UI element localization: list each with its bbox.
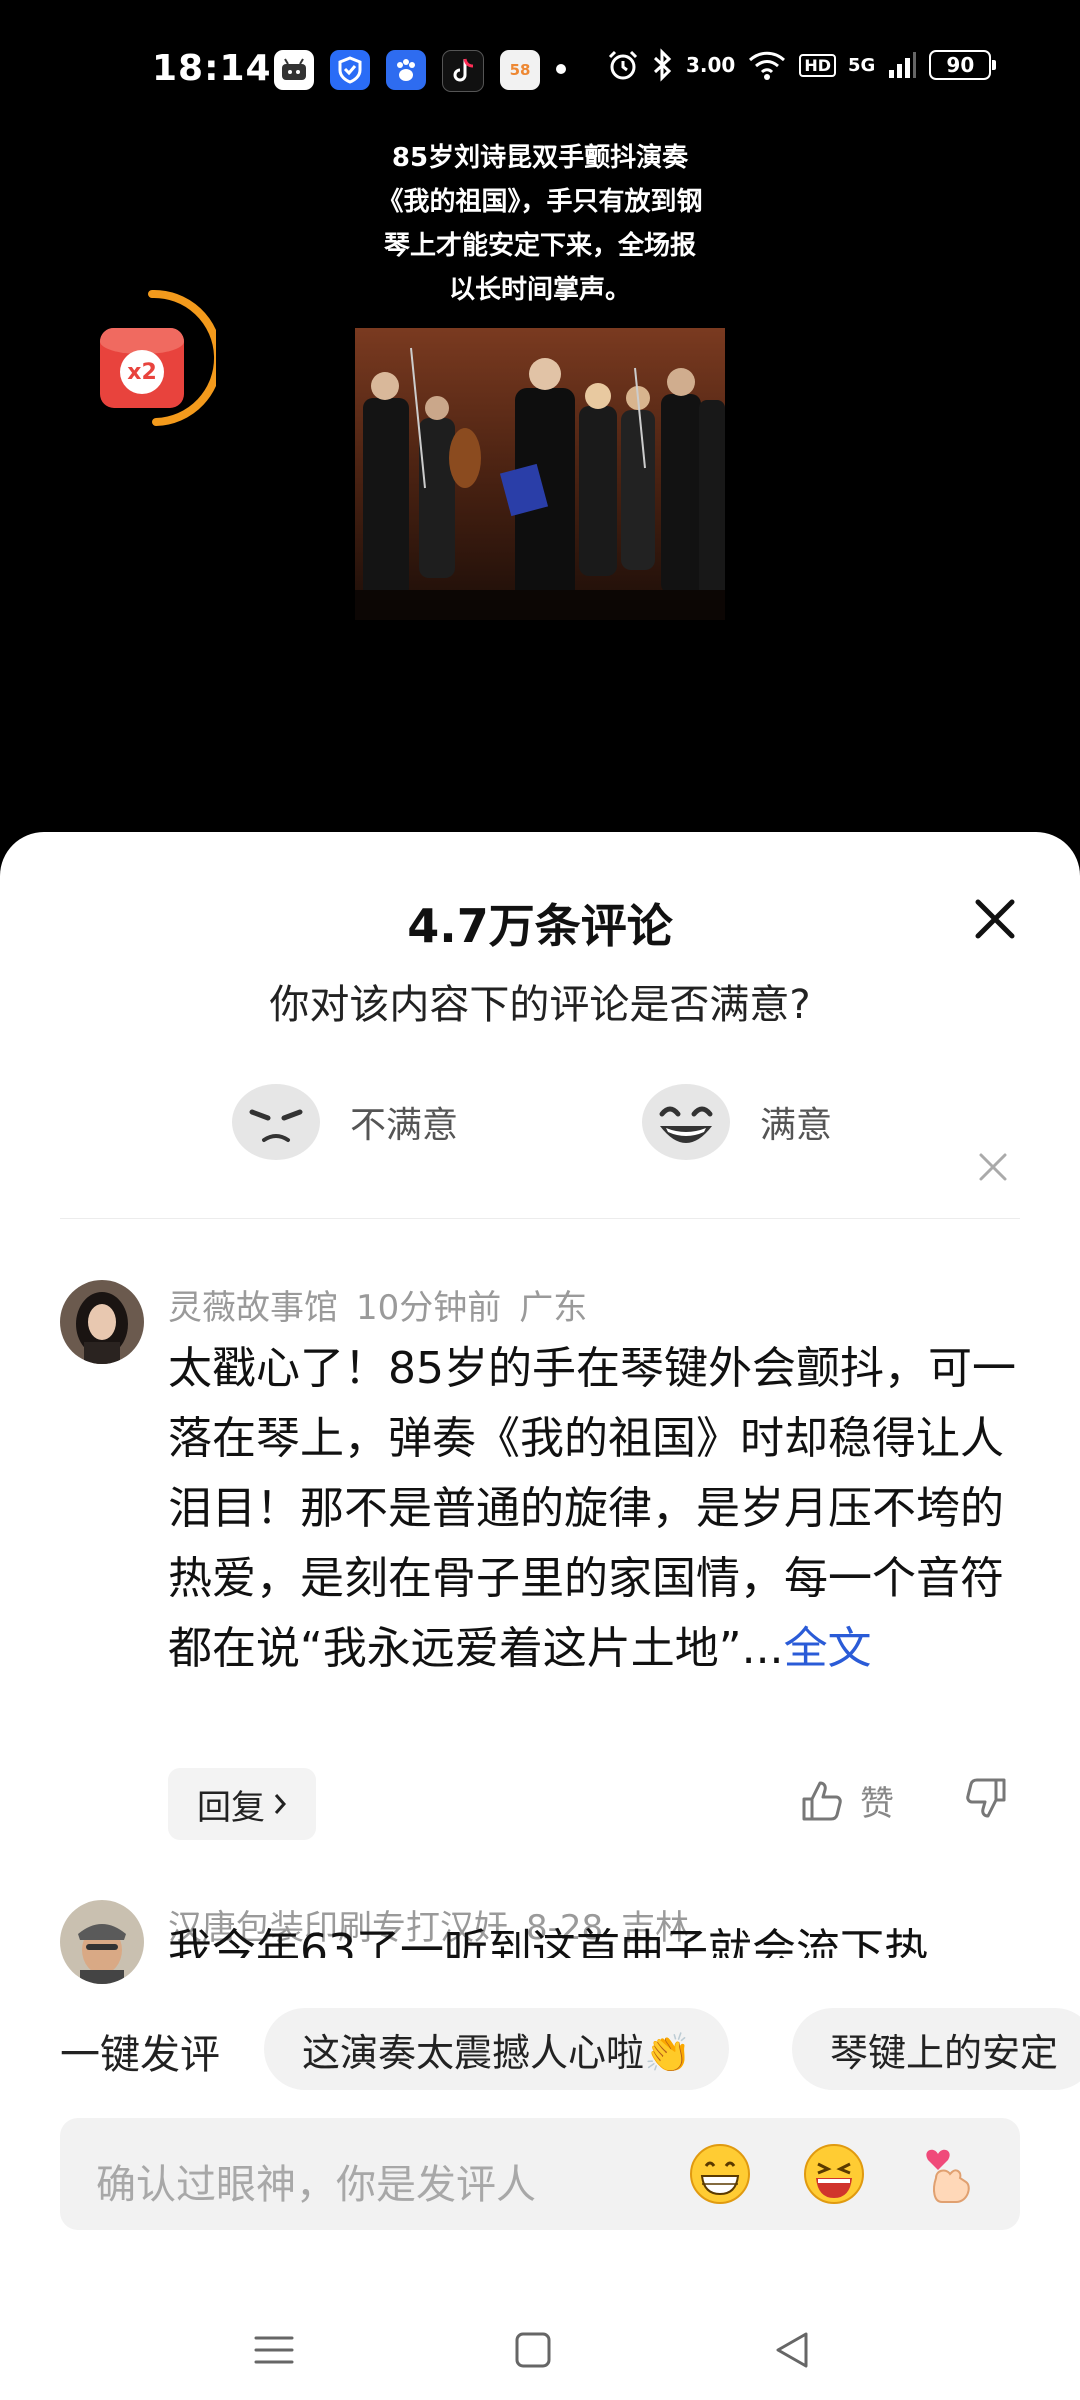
alarm-icon <box>608 50 638 80</box>
finger-heart-emoji[interactable] <box>916 2142 980 2206</box>
avatar[interactable] <box>60 1280 144 1364</box>
comment-location: 广东 <box>519 1288 588 1328</box>
wifi-icon <box>749 51 786 80</box>
quick-comment-chip[interactable]: 这演奏太震撼人心啦👏 <box>264 2008 730 2090</box>
like-label: 赞 <box>860 1784 894 1824</box>
network-type: 5G <box>848 54 876 76</box>
comments-sheet: 4.7万条评论 你对该内容下的评论是否满意? 不满意 满意 灵薇故事馆 10分钟… <box>0 832 1080 2400</box>
survey-dissatisfied-label: 不满意 <box>350 1105 459 1146</box>
survey-satisfied-button[interactable]: 满意 <box>640 1082 832 1162</box>
signal-icon <box>889 52 917 78</box>
survey-question: 你对该内容下的评论是否满意? <box>269 982 811 1028</box>
notification-icons: 58 <box>274 50 540 92</box>
shield-icon <box>330 50 370 90</box>
hd-badge: HD <box>799 53 837 77</box>
comment-text: 太戳心了！85岁的手在琴键外会颤抖，可一落在琴上，弹奏《我的祖国》时却稳得让人泪… <box>168 1343 1016 1674</box>
battery-indicator: 90 <box>929 50 997 80</box>
red-packet-reward[interactable]: x2 <box>96 288 216 428</box>
status-bar: 18:14 58 3.00 HD 5G 90 <box>0 0 1080 140</box>
survey-close-icon[interactable] <box>976 1150 1010 1184</box>
clock: 18:14 <box>152 48 272 89</box>
happy-face-icon <box>642 1084 730 1160</box>
red-envelope-icon: x2 <box>100 328 184 408</box>
comment-input-placeholder: 确认过眼神，你是发评人 <box>96 2162 536 2208</box>
comment-time: 10分钟前 <box>356 1288 502 1328</box>
thumbs-up-icon <box>802 1781 842 1820</box>
system-nav-bar <box>0 2302 1080 2400</box>
reply-button[interactable]: 回复 <box>168 1768 316 1840</box>
video-thumbnail[interactable] <box>355 328 725 620</box>
comment-text: 我今年63了一听到这首曲子就会流下热 <box>168 1925 928 1958</box>
bluetooth-icon <box>653 48 672 82</box>
chevron-right-icon <box>274 1794 287 1814</box>
bilibili-icon <box>274 50 314 90</box>
survey-satisfied-label: 满意 <box>760 1105 833 1146</box>
grin-emoji[interactable] <box>688 2142 752 2206</box>
reply-label: 回复 <box>197 1787 265 1828</box>
comments-count-title: 4.7万条评论 <box>407 899 673 953</box>
comment-meta: 灵薇故事馆 10分钟前 广东 <box>168 1280 605 1329</box>
survey-dissatisfied-button[interactable]: 不满意 <box>230 1082 458 1162</box>
menu-icon[interactable] <box>246 2322 302 2378</box>
quick-comment-chip[interactable]: 琴键上的安定 <box>792 2008 1080 2090</box>
read-more-link[interactable]: 全文 <box>784 1623 872 1674</box>
video-caption: 85岁刘诗昆双手颤抖演奏《我的祖国》，手只有放到钢琴上才能安定下来，全场报以长时… <box>377 143 703 305</box>
back-icon[interactable] <box>764 2322 820 2378</box>
comment-author[interactable]: 灵薇故事馆 <box>168 1288 338 1328</box>
close-icon[interactable] <box>970 894 1020 944</box>
58-icon: 58 <box>500 50 540 90</box>
home-icon[interactable] <box>505 2322 561 2378</box>
quick-comment-label: 一键发评 <box>60 2032 220 2078</box>
quick-comment-row: 一键发评 这演奏太震撼人心啦👏 琴键上的安定 <box>0 2004 1080 2094</box>
thumbs-down-icon[interactable] <box>964 1776 1008 1820</box>
divider <box>60 1218 1020 1219</box>
laugh-emoji[interactable] <box>802 2142 866 2206</box>
network-speed: 3.00 <box>686 53 736 77</box>
baidu-icon <box>386 50 426 90</box>
unhappy-face-icon <box>232 1084 320 1160</box>
avatar[interactable] <box>60 1900 144 1984</box>
more-notifications-dot <box>556 64 566 74</box>
like-button[interactable]: 赞 <box>800 1776 894 1825</box>
tiktok-icon <box>442 50 484 92</box>
system-icons: 3.00 HD 5G 90 <box>606 48 997 82</box>
comment-input[interactable]: 确认过眼神，你是发评人 <box>60 2118 1020 2230</box>
